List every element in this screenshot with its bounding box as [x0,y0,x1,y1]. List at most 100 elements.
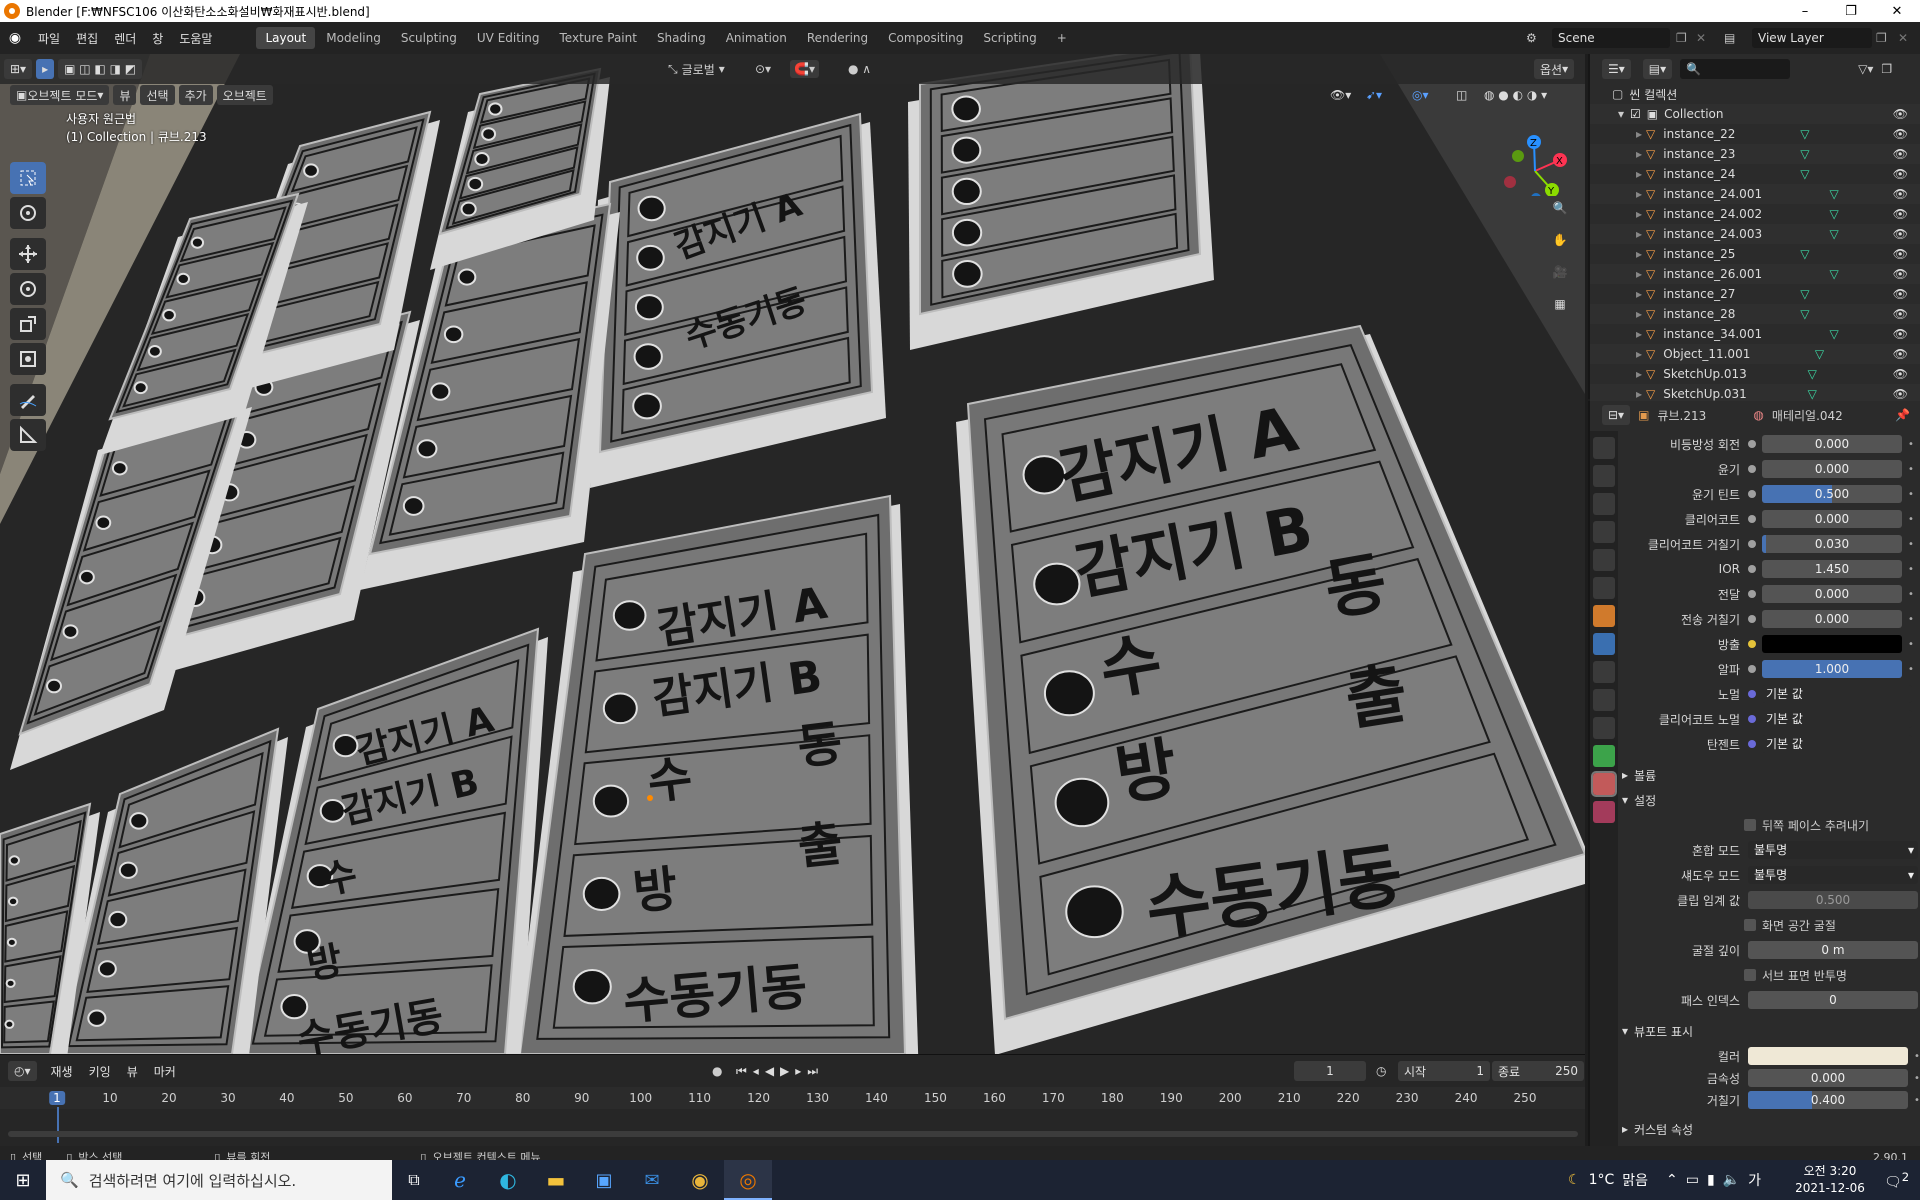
viewport-color-swatch[interactable] [1748,1047,1908,1065]
scene-tab-icon[interactable] [1593,549,1615,571]
value-slider[interactable]: 0.000 [1762,460,1902,478]
workspace-tab-texture-paint[interactable]: Texture Paint [551,27,646,49]
filter-icon[interactable]: ▽▾ [1858,62,1873,76]
new-scene-icon[interactable]: ❐ [1676,31,1687,45]
vector-link-field[interactable]: 기본 값 [1762,685,1912,703]
eye-icon[interactable]: 👁 [1893,347,1908,361]
outliner-item[interactable]: ▸ ▽ instance_26.001 ▽ 👁 [1590,264,1920,284]
particles-tab-icon[interactable] [1593,661,1615,683]
expand-icon[interactable]: ▸ [1636,247,1642,261]
outliner-item[interactable]: ▸ ▽ instance_24 ▽ 👁 [1590,164,1920,184]
menu-item-0[interactable]: 파일 [30,30,68,47]
checkbox[interactable] [1744,969,1756,981]
move-tool[interactable] [10,238,46,270]
maximize-button[interactable]: ❐ [1828,0,1874,22]
outliner-item[interactable]: ▸ ▽ instance_24.003 ▽ 👁 [1590,224,1920,244]
backface-culling-checkbox[interactable]: 뒤쪽 페이스 추려내기 [1620,814,1920,836]
socket-icon[interactable] [1748,740,1756,748]
outliner-item[interactable]: ▸ ▽ instance_23 ▽ 👁 [1590,144,1920,164]
outliner-item[interactable]: ▸ ▽ instance_24.001 ▽ 👁 [1590,184,1920,204]
tool-tab-icon[interactable] [1593,437,1615,459]
mesh-data-icon[interactable]: ▽ [1800,247,1809,261]
blender-taskbar-icon[interactable]: ◎ [724,1160,772,1200]
mesh-data-icon[interactable]: ▽ [1830,187,1839,201]
constraints-tab-icon[interactable] [1593,717,1615,739]
workspace-tab-sculpting[interactable]: Sculpting [392,27,466,49]
timeline-menu-2[interactable]: 뷰 [119,1063,146,1080]
keyframe-icon[interactable]: • [1908,539,1914,550]
keyframe-icon[interactable]: • [1908,489,1914,500]
transform-orientation[interactable]: ⤡ 글로벌 ▾ [668,61,725,78]
viewport-menu-3[interactable]: 오브젝트 [216,85,273,105]
subsurface-translucency-checkbox[interactable]: 서브 표면 반투명 [1620,964,1920,986]
eye-icon[interactable]: 👁 [1893,247,1908,261]
scene-field[interactable]: Scene [1552,28,1670,48]
delete-view-layer-icon[interactable]: ✕ [1898,31,1908,45]
mesh-data-icon[interactable]: ▽ [1800,127,1809,141]
socket-icon[interactable] [1748,615,1756,623]
tray-battery-icon[interactable]: ▮ [1707,1172,1715,1188]
pan-hand-icon[interactable]: ✋ [1546,226,1574,254]
scale-tool[interactable] [10,308,46,340]
expand-icon[interactable]: ▸ [1636,367,1642,381]
chrome-icon[interactable]: ◉ [676,1168,724,1192]
keyframe-icon[interactable]: • [1908,664,1914,675]
screen-space-refraction-checkbox[interactable]: 화면 공간 굴절 [1620,914,1920,936]
taskbar-clock[interactable]: 오전 3:20 2021-12-06 [1790,1163,1870,1197]
scene-collection-row[interactable]: ▢ 씬 컬렉션 [1590,84,1920,104]
collection-row[interactable]: ▾ ☑ ▣ Collection 👁 [1590,104,1920,124]
mail-icon[interactable]: ✉ [628,1170,676,1191]
eye-icon[interactable]: 👁 [1893,307,1908,321]
view-layer-tab-icon[interactable] [1593,521,1615,543]
viewport-menu-2[interactable]: 추가 [178,85,213,105]
zoom-icon[interactable]: 🔍 [1546,194,1574,222]
mesh-data-icon[interactable]: ▽ [1808,387,1817,401]
physics-tab-icon[interactable] [1593,689,1615,711]
select-mode-icons[interactable]: ▣ ◫ ◧ ◨ ◩ [58,59,143,79]
outliner-item[interactable]: ▸ ▽ SketchUp.013 ▽ 👁 [1590,364,1920,384]
expand-icon[interactable]: ▸ [1636,227,1642,241]
viewport-menu-0[interactable]: 뷰 [113,85,137,105]
socket-icon[interactable] [1748,690,1756,698]
render-tab-icon[interactable] [1593,465,1615,487]
alpha-slider[interactable]: 1.000 [1762,660,1902,678]
eye-icon[interactable]: 👁 [1893,187,1908,201]
metallic-slider[interactable]: 0.000 [1748,1069,1908,1087]
mesh-data-icon[interactable]: ▽ [1800,167,1809,181]
eye-icon[interactable]: 👁 [1893,127,1908,141]
mesh-data-icon[interactable]: ▽ [1800,147,1809,161]
workspace-tab-modeling[interactable]: Modeling [317,27,390,49]
timeline-menu-3[interactable]: 마커 [146,1063,184,1080]
mesh-data-icon[interactable]: ▽ [1830,267,1839,281]
workspace-tab-layout[interactable]: Layout [256,27,316,49]
mesh-data-icon[interactable]: ▽ [1808,367,1817,381]
mesh-data-icon[interactable]: ▽ [1800,307,1809,321]
ime-indicator[interactable]: 가 [1748,1170,1761,1190]
edge-icon[interactable]: ◐ [484,1168,532,1192]
expand-icon[interactable]: ▸ [1636,127,1642,141]
eye-icon[interactable]: 👁 [1893,367,1908,381]
shading-modes-icons[interactable]: ◍ ● ◐ ◑ ▾ [1484,88,1547,102]
modifier-tab-icon[interactable] [1593,633,1615,655]
new-view-layer-icon[interactable]: ❐ [1876,31,1887,45]
outliner-item[interactable]: ▸ ▽ Object_11.001 ▽ 👁 [1590,344,1920,364]
display-mode-icon[interactable]: ▤▾ [1642,59,1673,79]
socket-icon[interactable] [1748,490,1756,498]
value-slider[interactable]: 0.000 [1762,585,1902,603]
viewport-display-section[interactable]: ▾ 뷰포트 표시 [1620,1020,1920,1042]
gizmo-icon[interactable]: ➹▾ [1366,88,1382,102]
eye-icon[interactable]: 👁 [1893,167,1908,181]
keyframe-icon[interactable]: • [1908,514,1914,525]
outliner-editor-icon[interactable]: ☰▾ [1602,59,1631,79]
socket-icon[interactable] [1748,715,1756,723]
pass-index-field[interactable]: 0 [1748,991,1918,1009]
workspace-tab-animation[interactable]: Animation [717,27,796,49]
current-frame-field[interactable]: 1 [1294,1061,1366,1081]
proportional-edit-icon[interactable]: ● ∧ [848,62,871,76]
socket-icon[interactable] [1748,515,1756,523]
value-slider[interactable]: 0.030 [1762,535,1902,553]
close-button[interactable]: ✕ [1874,0,1920,22]
notifications-icon[interactable]: 🗨2 [1884,1170,1909,1191]
expand-icon[interactable]: ▸ [1636,327,1642,341]
clip-threshold-field[interactable]: 0.500 [1748,891,1918,909]
